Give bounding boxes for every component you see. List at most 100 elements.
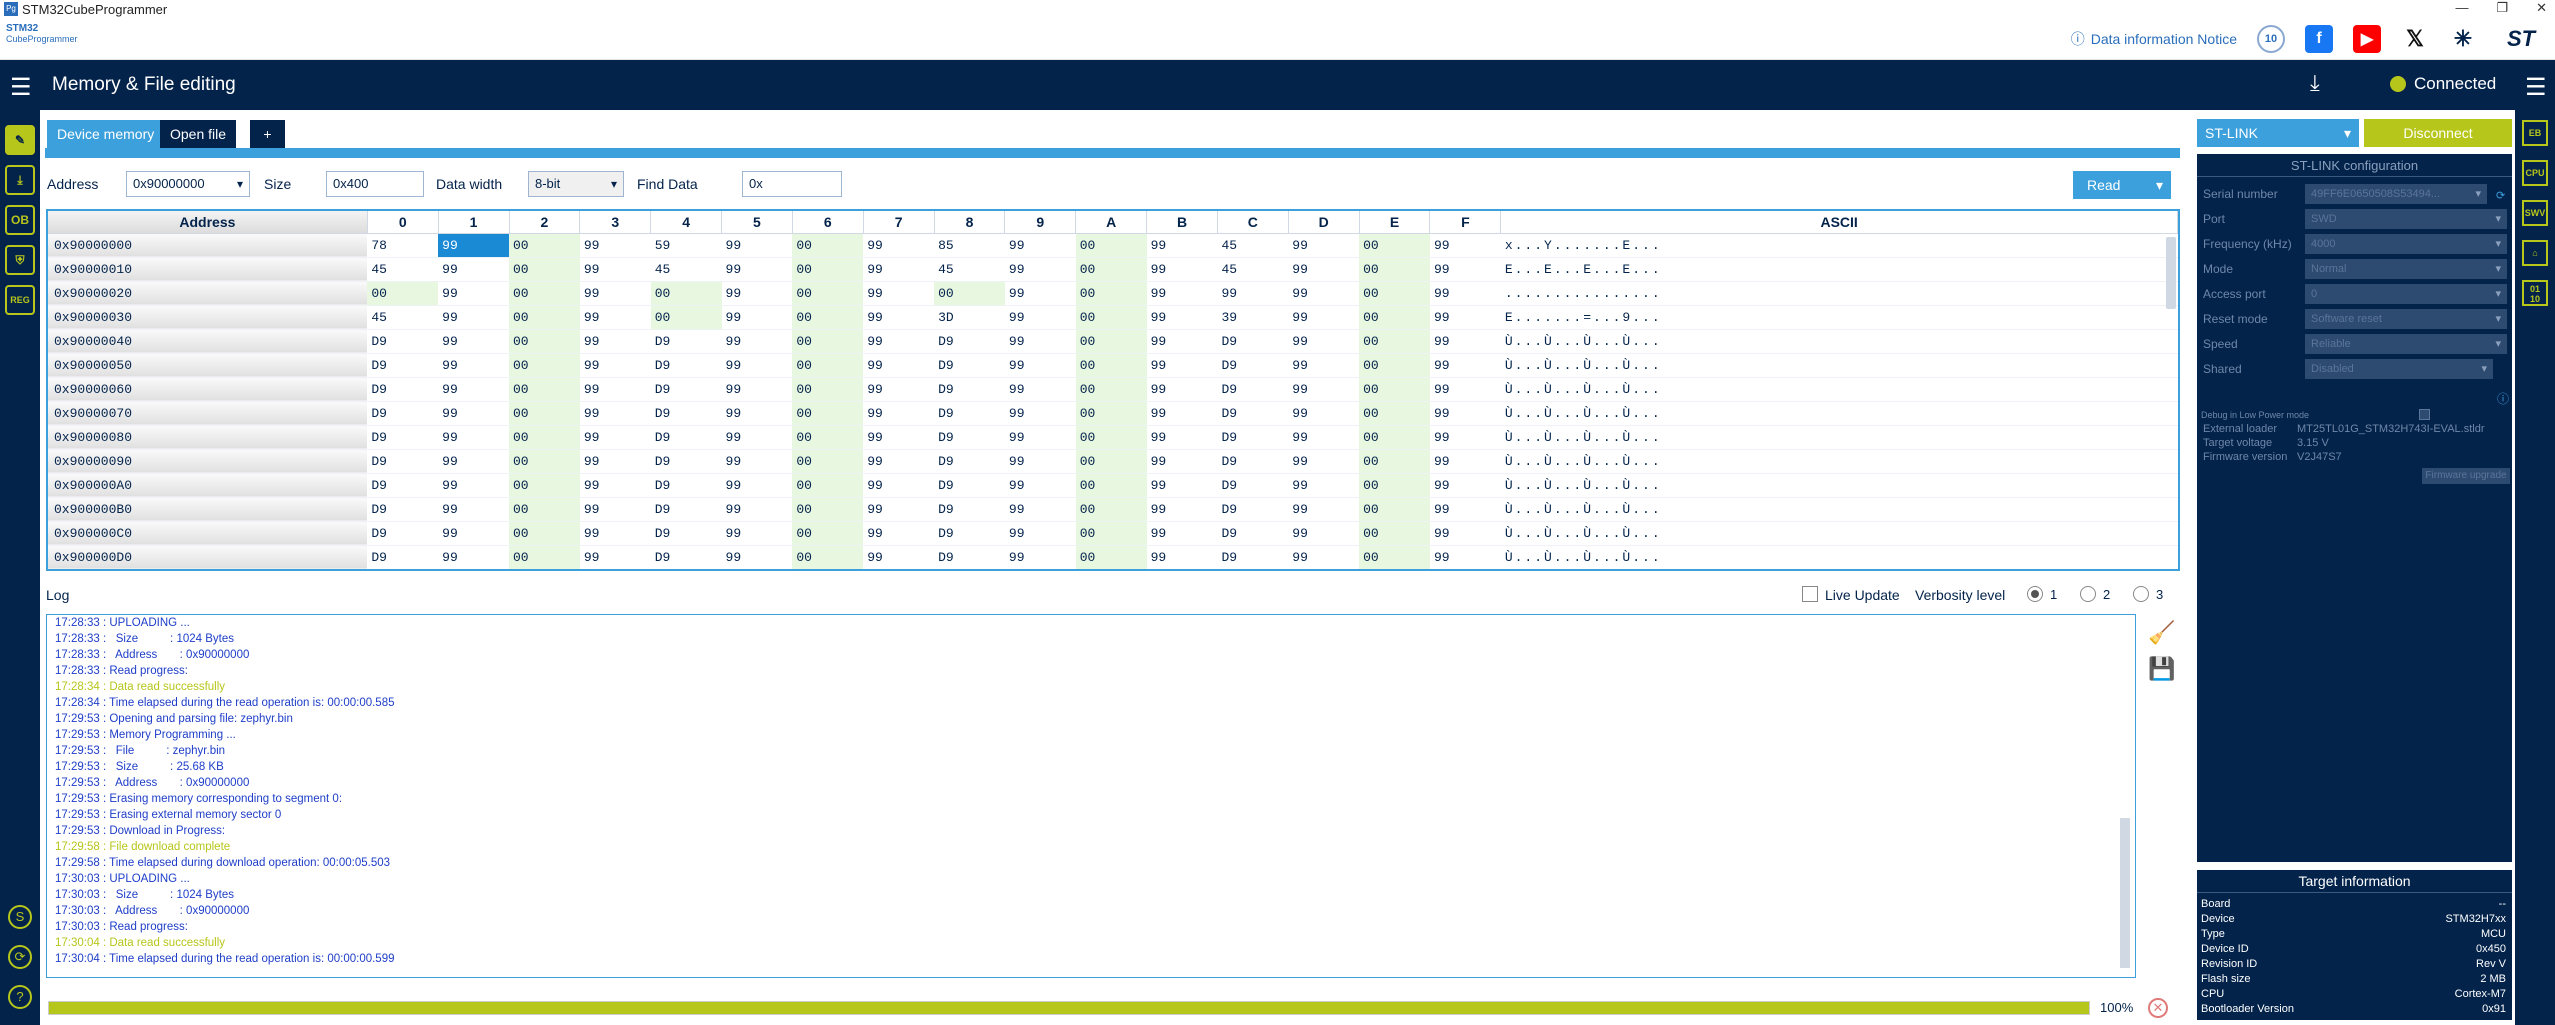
byte-cell[interactable]: 99	[1146, 521, 1218, 546]
byte-cell[interactable]: 99	[438, 257, 509, 282]
byte-cell[interactable]: 99	[579, 449, 651, 474]
tab-device-memory[interactable]: Device memory	[47, 120, 165, 148]
byte-cell[interactable]: 99	[1288, 353, 1360, 378]
byte-cell[interactable]: 99	[1004, 281, 1076, 306]
byte-cell[interactable]: 99	[863, 401, 935, 426]
byte-cell[interactable]: D9	[650, 401, 722, 426]
byte-cell[interactable]: 99	[579, 521, 651, 546]
byte-cell[interactable]: 99	[1288, 233, 1360, 258]
byte-cell[interactable]: 99	[579, 305, 651, 330]
byte-cell[interactable]: D9	[934, 497, 1005, 522]
erase-program-icon[interactable]: ⤓	[5, 165, 35, 195]
byte-cell[interactable]: 99	[1429, 353, 1501, 378]
byte-cell[interactable]: 99	[579, 401, 651, 426]
tab-open-file[interactable]: Open file	[160, 120, 237, 148]
byte-cell[interactable]: D9	[367, 353, 439, 378]
byte-cell[interactable]: 99	[863, 305, 935, 330]
byte-cell[interactable]: 99	[1004, 377, 1076, 402]
byte-cell[interactable]: 00	[1075, 401, 1147, 426]
download-icon[interactable]: ⤓	[2310, 70, 2320, 96]
byte-cell[interactable]: 99	[721, 401, 793, 426]
help-icon[interactable]: ?	[8, 985, 32, 1009]
network-icon[interactable]: ✳	[2449, 25, 2477, 53]
byte-cell[interactable]: 00	[1075, 521, 1147, 546]
byte-cell[interactable]: 99	[438, 401, 509, 426]
byte-cell[interactable]: 00	[1359, 449, 1430, 474]
byte-cell[interactable]: 99	[1288, 473, 1360, 498]
byte-cell[interactable]: D9	[934, 521, 1005, 546]
byte-cell[interactable]: 99	[438, 329, 509, 354]
byte-cell[interactable]: 00	[367, 281, 439, 306]
byte-cell[interactable]: 99	[1004, 329, 1076, 354]
byte-cell[interactable]: 99	[438, 545, 509, 569]
byte-cell[interactable]: 99	[1429, 377, 1501, 402]
byte-cell[interactable]: D9	[1217, 521, 1289, 546]
byte-cell[interactable]: 00	[1359, 329, 1430, 354]
byte-cell[interactable]: D9	[650, 353, 722, 378]
ascii-cell[interactable]: ................	[1500, 281, 2178, 306]
byte-cell[interactable]: 99	[1146, 233, 1218, 258]
byte-cell[interactable]: 00	[1359, 545, 1430, 569]
maximize-icon[interactable]: ❐	[2496, 0, 2508, 16]
config-field-select[interactable]: SWD	[2305, 209, 2507, 229]
byte-cell[interactable]: 99	[1288, 329, 1360, 354]
byte-cell[interactable]: 00	[792, 473, 864, 498]
row-address[interactable]: 0x90000000	[48, 233, 368, 258]
byte-cell[interactable]: 00	[1075, 233, 1147, 258]
menu-icon[interactable]: ☰	[10, 73, 32, 102]
config-field-select[interactable]: Normal	[2305, 259, 2507, 279]
byte-cell[interactable]: 00	[1075, 257, 1147, 282]
byte-cell[interactable]: 99	[579, 353, 651, 378]
byte-cell[interactable]: 99	[1429, 425, 1501, 450]
byte-cell[interactable]: 99	[1004, 257, 1076, 282]
table-row[interactable]: 0x90000070 D9 99 00 99 D9 99 00 99 D9 99 00 99 D9 99 00…	[48, 401, 2178, 426]
byte-cell[interactable]: 99	[863, 257, 935, 282]
byte-cell[interactable]: 59	[650, 233, 722, 258]
byte-cell[interactable]: 45	[367, 305, 439, 330]
config-field-select[interactable]: 49FF6E0650508S53494...	[2305, 184, 2487, 204]
row-address[interactable]: 0x900000B0	[48, 497, 368, 522]
row-address[interactable]: 0x90000030	[48, 305, 368, 330]
byte-cell[interactable]: 78	[367, 233, 439, 258]
byte-cell[interactable]: 99	[1429, 545, 1501, 569]
bell-icon[interactable]: ⌂	[2522, 240, 2548, 266]
ascii-cell[interactable]: Ù...Ù...Ù...Ù...	[1500, 353, 2178, 378]
byte-cell[interactable]: D9	[367, 545, 439, 569]
byte-cell[interactable]: D9	[650, 425, 722, 450]
row-address[interactable]: 0x90000040	[48, 329, 368, 354]
byte-cell[interactable]: 99	[721, 377, 793, 402]
table-row[interactable]: 0x90000050 D9 99 00 99 D9 99 00 99 D9 99 00 99 D9 99 00…	[48, 353, 2178, 378]
firmware-upgrade-button[interactable]: Firmware upgrade	[2422, 468, 2510, 484]
byte-cell[interactable]: 99	[1429, 233, 1501, 258]
save-log-icon[interactable]: 💾	[2148, 656, 2175, 682]
live-update-checkbox[interactable]	[1802, 586, 1818, 602]
byte-cell[interactable]: D9	[367, 401, 439, 426]
byte-cell[interactable]: 99	[579, 281, 651, 306]
byte-cell[interactable]: 99	[1429, 401, 1501, 426]
byte-cell[interactable]: 85	[934, 233, 1005, 258]
close-icon[interactable]: ✕	[2536, 0, 2547, 16]
memory-edit-icon[interactable]: ✎	[5, 125, 35, 155]
byte-cell[interactable]: D9	[650, 449, 722, 474]
byte-cell[interactable]: 00	[1359, 497, 1430, 522]
byte-cell[interactable]: 00	[509, 401, 580, 426]
byte-cell[interactable]: 99	[721, 473, 793, 498]
byte-cell[interactable]: 99	[863, 545, 935, 569]
byte-cell[interactable]: 00	[1075, 377, 1147, 402]
byte-cell[interactable]: D9	[650, 377, 722, 402]
byte-cell[interactable]: 99	[579, 497, 651, 522]
row-address[interactable]: 0x900000C0	[48, 521, 368, 546]
ascii-cell[interactable]: Ù...Ù...Ù...Ù...	[1500, 473, 2178, 498]
clear-log-icon[interactable]: 🧹	[2148, 620, 2175, 646]
byte-cell[interactable]: 00	[1075, 425, 1147, 450]
byte-cell[interactable]: 99	[1217, 281, 1289, 306]
verbosity-radio-1[interactable]	[2027, 586, 2043, 602]
byte-cell[interactable]: D9	[367, 425, 439, 450]
byte-cell[interactable]: 00	[1359, 281, 1430, 306]
byte-cell[interactable]: 00	[1359, 521, 1430, 546]
byte-cell[interactable]: 99	[1004, 473, 1076, 498]
byte-cell[interactable]: 99	[1004, 545, 1076, 569]
byte-cell[interactable]: D9	[1217, 425, 1289, 450]
byte-cell[interactable]: D9	[367, 521, 439, 546]
st-logo[interactable]: ST	[2497, 25, 2545, 53]
